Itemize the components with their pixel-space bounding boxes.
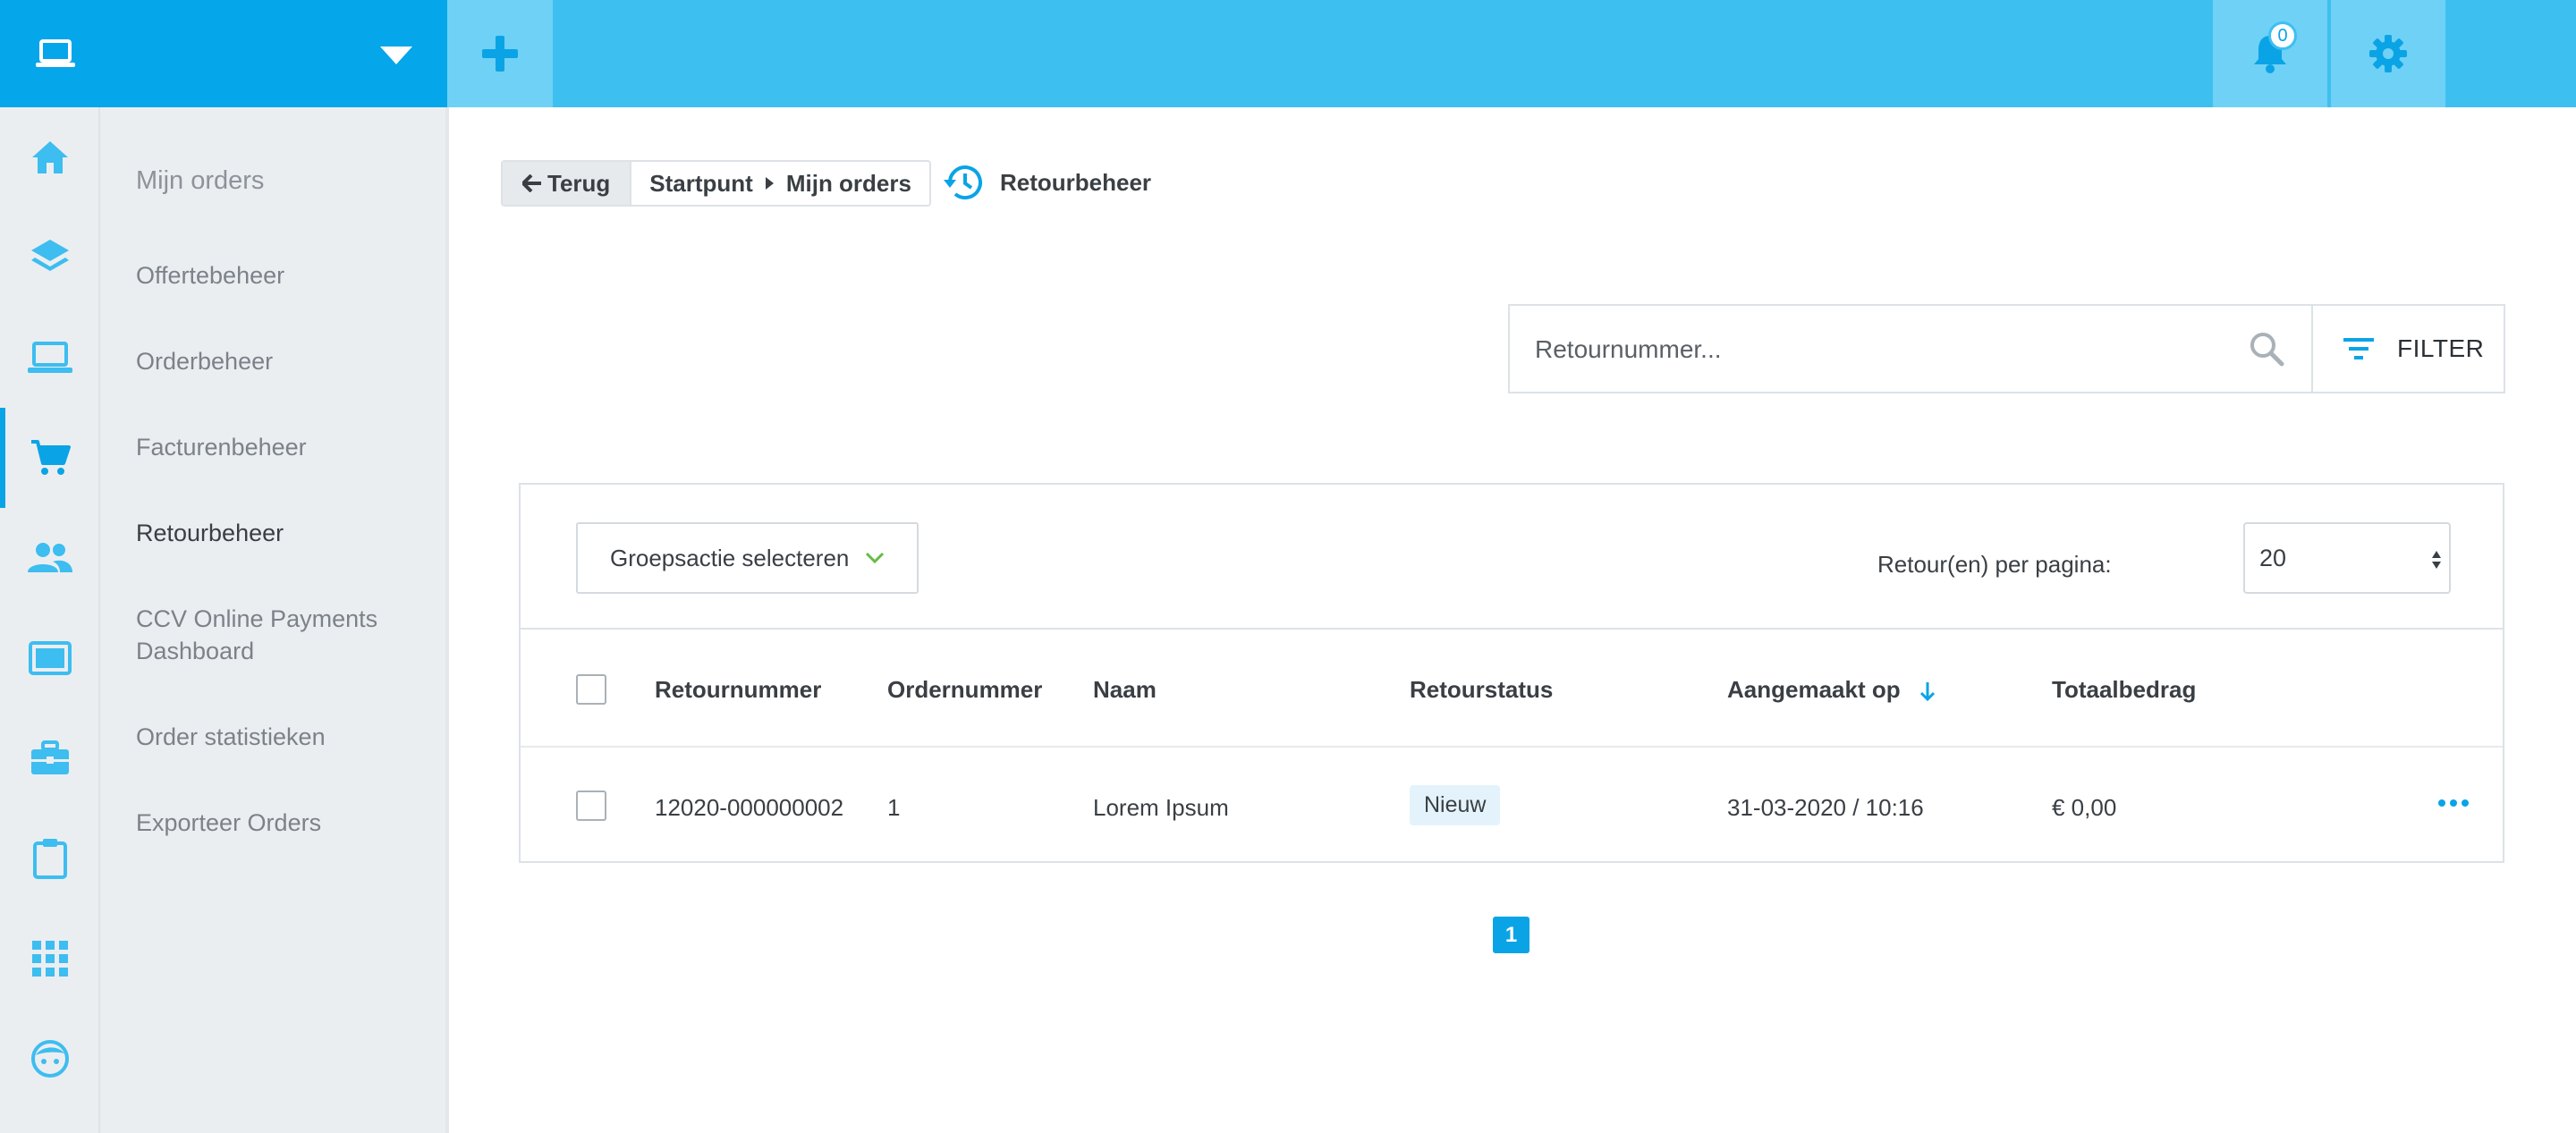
table-toolbar: Groepsactie selecteren Retour(en) per pa… — [521, 485, 2503, 630]
status-badge: Nieuw — [1410, 785, 1501, 825]
group-action-select[interactable]: Groepsactie selecteren — [576, 522, 919, 594]
submenu-item-ccv-dashboard[interactable]: CCV Online Payments Dashboard — [136, 603, 431, 667]
column-header-aangemaakt-op[interactable]: Aangemaakt op — [1727, 676, 1936, 704]
brand-menu[interactable] — [0, 0, 447, 107]
column-header-naam[interactable]: Naam — [1093, 676, 1157, 704]
page-title: Retourbeheer — [1000, 168, 1152, 196]
notifications-button[interactable] — [2213, 0, 2327, 107]
history-icon — [944, 165, 982, 199]
arrow-left-icon — [522, 174, 541, 192]
breadcrumb-path: Startpunt Mijn orders — [631, 162, 929, 205]
laptop-icon — [36, 39, 75, 67]
submenu-item-order-statistieken[interactable]: Order statistieken — [136, 721, 431, 753]
cart-icon — [31, 440, 71, 475]
per-page-value: 20 — [2259, 544, 2287, 571]
top-bar: 0 — [0, 0, 2576, 107]
gear-icon — [2369, 35, 2407, 72]
submenu-item-orderbeheer[interactable]: Orderbeheer — [136, 345, 431, 377]
column-header-retourstatus[interactable]: Retourstatus — [1410, 676, 1553, 704]
search-icon[interactable] — [2249, 331, 2284, 367]
breadcrumb-item-startpunt[interactable]: Startpunt — [649, 170, 753, 198]
column-header-retournummer[interactable]: Retournummer — [655, 676, 821, 704]
rail-item-orders[interactable] — [0, 408, 100, 508]
table-row[interactable]: 12020-000000002 1 Lorem Ipsum Nieuw 31-0… — [521, 749, 2503, 863]
tablet-icon — [29, 641, 72, 675]
row-actions-menu-icon[interactable] — [2438, 799, 2469, 807]
cell-ordernummer: 1 — [887, 794, 901, 821]
cell-aangemaakt-op: 31-03-2020 / 10:16 — [1727, 794, 1924, 821]
laptop-icon — [28, 342, 72, 373]
rail-item-customers[interactable] — [0, 508, 100, 608]
page-title-area: Retourbeheer — [943, 164, 1151, 201]
pagination-page-1[interactable]: 1 — [1493, 917, 1530, 953]
submenu-title: Mijn orders — [136, 166, 265, 195]
back-button[interactable]: Terug — [503, 162, 632, 205]
breadcrumb-item-mijn-orders[interactable]: Mijn orders — [786, 170, 911, 198]
per-page-label: Retour(en) per pagina: — [1877, 551, 2112, 578]
briefcase-icon — [31, 740, 69, 774]
layers-icon — [31, 240, 69, 271]
search-input[interactable] — [1512, 308, 2317, 392]
cell-naam: Lorem Ipsum — [1093, 794, 1229, 821]
rail-item-content[interactable] — [0, 608, 100, 708]
breadcrumb: Terug Startpunt Mijn orders — [501, 160, 931, 207]
rail-item-apps[interactable] — [0, 909, 100, 1009]
submenu-item-offertebeheer[interactable]: Offertebeheer — [136, 259, 431, 292]
filter-label: FILTER — [2397, 334, 2485, 362]
select-arrows-icon — [2432, 551, 2441, 569]
per-page-select[interactable]: 20 — [2243, 522, 2451, 594]
icon-rail — [0, 107, 100, 1133]
clipboard-icon — [33, 839, 67, 879]
face-icon — [31, 1040, 69, 1078]
submenu-item-facturenbeheer[interactable]: Facturenbeheer — [136, 431, 431, 463]
cell-retournummer: 12020-000000002 — [655, 794, 844, 821]
rail-item-layers[interactable] — [0, 207, 100, 308]
submenu-item-retourbeheer[interactable]: Retourbeheer — [136, 517, 431, 549]
breadcrumb-separator-icon — [765, 177, 774, 190]
column-header-aangemaakt-label: Aangemaakt op — [1727, 676, 1901, 703]
cell-totaalbedrag: € 0,00 — [2052, 794, 2117, 821]
chevron-down-icon — [866, 552, 885, 564]
table-header: Retournummer Ordernummer Naam Retourstat… — [521, 631, 2503, 748]
row-checkbox[interactable] — [576, 791, 606, 821]
rail-item-account[interactable] — [0, 1009, 100, 1109]
add-button[interactable] — [447, 0, 553, 107]
orders-submenu: Mijn orders Offertebeheer Orderbeheer Fa… — [100, 107, 449, 1133]
select-all-checkbox[interactable] — [576, 674, 606, 705]
column-header-ordernummer[interactable]: Ordernummer — [887, 676, 1042, 704]
returns-table-panel: Groepsactie selecteren Retour(en) per pa… — [519, 483, 2504, 863]
back-label: Terug — [547, 169, 611, 197]
column-header-totaalbedrag[interactable]: Totaalbedrag — [2052, 676, 2196, 704]
group-action-label: Groepsactie selecteren — [610, 544, 850, 571]
filter-icon — [2343, 338, 2374, 359]
sort-descending-icon — [1919, 682, 1935, 702]
home-icon — [32, 141, 68, 173]
plus-icon — [482, 36, 518, 72]
chevron-down-icon[interactable] — [380, 47, 412, 66]
rail-item-devices[interactable] — [0, 308, 100, 408]
notification-count-badge: 0 — [2268, 21, 2297, 50]
submenu-item-exporteer-orders[interactable]: Exporteer Orders — [136, 807, 431, 839]
filter-button[interactable]: FILTER — [2311, 306, 2504, 392]
users-icon — [28, 543, 72, 572]
rail-item-home[interactable] — [0, 107, 100, 207]
apps-grid-icon — [32, 941, 68, 977]
settings-button[interactable] — [2331, 0, 2445, 107]
rail-item-tasks[interactable] — [0, 808, 100, 909]
rail-item-business[interactable] — [0, 708, 100, 808]
